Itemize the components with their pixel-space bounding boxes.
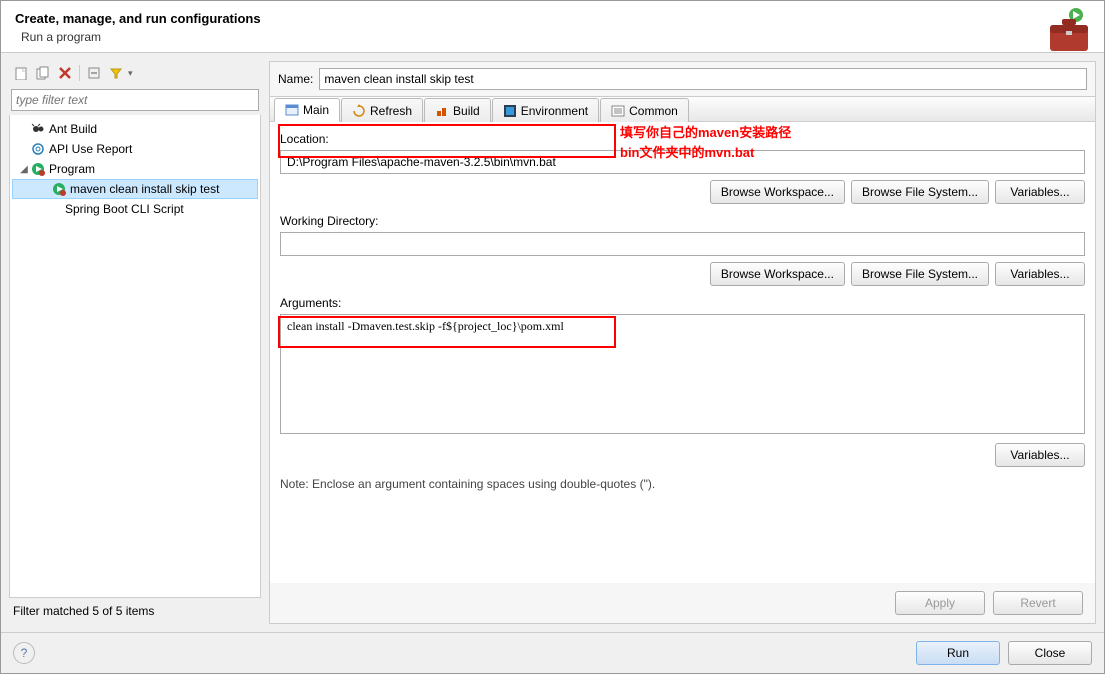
run-toolbox-icon (1038, 7, 1090, 55)
tab-main[interactable]: Main (274, 98, 340, 122)
arguments-input[interactable] (280, 314, 1085, 434)
tab-environment[interactable]: Environment (492, 98, 599, 122)
common-tab-icon (611, 104, 625, 118)
tree-item-api-use-report[interactable]: API Use Report (12, 139, 258, 159)
collapse-all-icon[interactable] (84, 63, 104, 83)
left-panel: ▾ Ant Build API Use Report ◢ (9, 61, 261, 624)
revert-button[interactable]: Revert (993, 591, 1083, 615)
workdir-browse-workspace-button[interactable]: Browse Workspace... (710, 262, 845, 286)
tab-body-main: 填写你自己的maven安装路径 bin文件夹中的mvn.bat Location… (270, 122, 1095, 583)
ant-icon (30, 121, 46, 137)
location-label: Location: (280, 132, 1085, 146)
close-button[interactable]: Close (1008, 641, 1092, 665)
tree-item-ant-build[interactable]: Ant Build (12, 119, 258, 139)
refresh-tab-icon (352, 104, 366, 118)
arguments-label: Arguments: (280, 296, 1085, 310)
dialog-header: Create, manage, and run configurations R… (1, 1, 1104, 53)
expand-toggle-icon[interactable]: ◢ (18, 164, 30, 175)
run-button[interactable]: Run (916, 641, 1000, 665)
filter-status: Filter matched 5 of 5 items (9, 598, 261, 624)
working-dir-input[interactable] (280, 232, 1085, 256)
location-browse-filesystem-button[interactable]: Browse File System... (851, 180, 989, 204)
workdir-variables-button[interactable]: Variables... (995, 262, 1085, 286)
delete-config-icon[interactable] (55, 63, 75, 83)
arguments-note: Note: Enclose an argument containing spa… (280, 477, 1085, 491)
tab-common[interactable]: Common (600, 98, 689, 122)
config-tree[interactable]: Ant Build API Use Report ◢ Program maven… (9, 115, 261, 598)
toolbar-chevron-icon[interactable]: ▾ (128, 68, 133, 79)
at-icon (30, 141, 46, 157)
workdir-browse-filesystem-button[interactable]: Browse File System... (851, 262, 989, 286)
tab-refresh[interactable]: Refresh (341, 98, 423, 122)
spring-icon (46, 201, 62, 217)
filter-input[interactable] (11, 89, 259, 111)
arguments-variables-button[interactable]: Variables... (995, 443, 1085, 467)
duplicate-config-icon[interactable] (33, 63, 53, 83)
tree-item-spring-boot[interactable]: Spring Boot CLI Script (12, 199, 258, 219)
location-input[interactable] (280, 150, 1085, 174)
environment-tab-icon (503, 104, 517, 118)
program-icon (30, 161, 46, 177)
tree-item-program[interactable]: ◢ Program (12, 159, 258, 179)
name-label: Name: (278, 72, 313, 86)
main-tab-icon (285, 103, 299, 117)
filter-config-icon[interactable] (106, 63, 126, 83)
location-variables-button[interactable]: Variables... (995, 180, 1085, 204)
working-dir-label: Working Directory: (280, 214, 1085, 228)
toolbar-separator (79, 65, 80, 81)
apply-button[interactable]: Apply (895, 591, 985, 615)
right-panel: Name: Main Refresh Build Envir (269, 61, 1096, 624)
program-child-icon (51, 181, 67, 197)
new-config-icon[interactable] (11, 63, 31, 83)
dialog-subtitle: Run a program (15, 30, 1090, 44)
dialog-title: Create, manage, and run configurations (15, 11, 1090, 26)
tab-build[interactable]: Build (424, 98, 491, 122)
dialog-footer: ? Run Close (1, 632, 1104, 673)
filter-box (11, 89, 259, 111)
build-tab-icon (435, 104, 449, 118)
help-icon[interactable]: ? (13, 642, 35, 664)
location-browse-workspace-button[interactable]: Browse Workspace... (710, 180, 845, 204)
name-input[interactable] (319, 68, 1087, 90)
config-toolbar: ▾ (9, 61, 261, 85)
tree-item-maven-clean-install[interactable]: maven clean install skip test (12, 179, 258, 199)
tab-strip: Main Refresh Build Environment Common (270, 96, 1095, 122)
